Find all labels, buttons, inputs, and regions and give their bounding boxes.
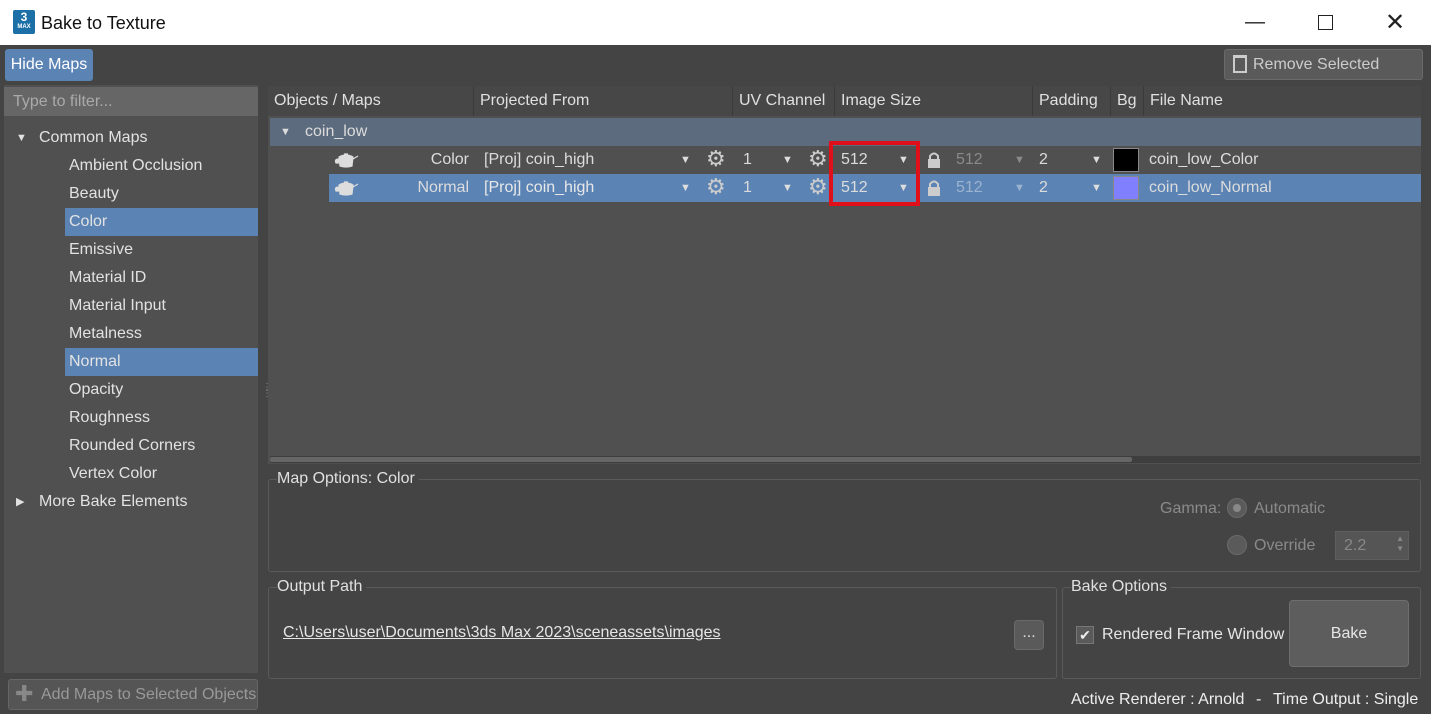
active-renderer-status: Active Renderer : Arnold	[1071, 691, 1245, 708]
column-header[interactable]: File Name	[1144, 86, 1421, 116]
add-maps-label: Add Maps to Selected Objects	[41, 686, 257, 703]
checkmark-icon: ✔	[1079, 627, 1091, 643]
tree-item-opacity[interactable]: Opacity	[4, 376, 258, 404]
automatic-label: Automatic	[1254, 500, 1326, 517]
table-header: Objects / Maps Projected From UV Channel…	[268, 86, 1421, 116]
minimize-button[interactable]: —	[1220, 0, 1290, 45]
override-label: Override	[1254, 537, 1316, 554]
automatic-radio[interactable]	[1227, 498, 1247, 518]
tree-group-label: More Bake Elements	[39, 493, 188, 510]
image-height-dropdown[interactable]: 512	[956, 174, 983, 202]
title-bar: 3 MAX Bake to Texture — ✕	[0, 0, 1431, 45]
column-header[interactable]: Objects / Maps	[268, 86, 474, 116]
3dsmax-app-icon: 3 MAX	[13, 10, 35, 34]
window-title: Bake to Texture	[41, 13, 166, 33]
tree-item-material-input[interactable]: Material Input	[4, 292, 258, 320]
tree-group-more-bake-elements[interactable]: ▶ More Bake Elements	[4, 488, 258, 516]
time-output-status: Time Output : Single	[1273, 691, 1419, 708]
bg-color-swatch[interactable]	[1113, 176, 1139, 200]
lock-icon[interactable]	[926, 151, 942, 169]
trash-icon	[1233, 55, 1247, 73]
dropdown-arrow-icon: ▼	[680, 154, 691, 166]
file-name[interactable]: coin_low_Normal	[1149, 174, 1272, 202]
uv-channel-dropdown[interactable]: 1	[743, 174, 752, 202]
hide-maps-button[interactable]: Hide Maps	[5, 49, 93, 81]
gamma-override-spinner[interactable]: 2.2 ▲ ▼	[1335, 531, 1409, 560]
close-icon: ✕	[1384, 9, 1406, 36]
bake-button[interactable]: Bake	[1289, 600, 1409, 667]
plus-icon: ✚	[15, 681, 34, 706]
browse-button[interactable]: ...	[1014, 620, 1044, 650]
dropdown-arrow-icon: ▼	[1091, 154, 1102, 166]
projected-from-dropdown[interactable]: [Proj] coin_high	[484, 146, 594, 174]
dropdown-arrow-icon: ▼	[782, 154, 793, 166]
add-maps-button[interactable]: ✚ Add Maps to Selected Objects	[8, 679, 258, 710]
map-options-group	[268, 479, 1421, 572]
tree-item-emissive[interactable]: Emissive	[4, 236, 258, 264]
uv-channel-dropdown[interactable]: 1	[743, 146, 752, 174]
tree-item-vertex-color[interactable]: Vertex Color	[4, 460, 258, 488]
image-size-highlight-box	[829, 141, 920, 206]
lock-icon[interactable]	[926, 179, 942, 197]
tree-item-roughness[interactable]: Roughness	[4, 404, 258, 432]
tree-item-normal[interactable]: Normal	[65, 348, 258, 376]
expand-arrow-icon: ▼	[280, 126, 291, 138]
gear-icon[interactable]: ⚙	[808, 173, 828, 201]
spinner-arrows-icon[interactable]: ▲ ▼	[1396, 534, 1404, 554]
padding-dropdown[interactable]: 2	[1039, 174, 1048, 202]
map-options-title: Map Options: Color	[277, 470, 419, 488]
tree-item-rounded-corners[interactable]: Rounded Corners	[4, 432, 258, 460]
tree-item-beauty[interactable]: Beauty	[4, 180, 258, 208]
column-header[interactable]: Projected From	[474, 86, 733, 116]
tree-item-color[interactable]: Color	[65, 208, 258, 236]
map-name: Color	[430, 151, 469, 168]
dropdown-arrow-icon: ▼	[680, 182, 691, 194]
maximize-button[interactable]	[1290, 0, 1360, 45]
tree-item-ambient-occlusion[interactable]: Ambient Occlusion	[4, 152, 258, 180]
tree-item-metalness[interactable]: Metalness	[4, 320, 258, 348]
expand-arrow-icon: ▼	[16, 132, 27, 144]
dropdown-arrow-icon: ▼	[1014, 154, 1025, 166]
image-height-dropdown[interactable]: 512	[956, 146, 983, 174]
horizontal-scrollbar[interactable]	[270, 456, 1420, 463]
column-header[interactable]: Padding	[1033, 86, 1111, 116]
close-button[interactable]: ✕	[1360, 0, 1430, 45]
collapse-arrow-icon: ▶	[16, 496, 25, 508]
object-name: coin_low	[305, 123, 368, 140]
column-header[interactable]: UV Channel	[733, 86, 835, 116]
output-path-link[interactable]: C:\Users\user\Documents\3ds Max 2023\sce…	[283, 624, 721, 642]
column-header[interactable]: Image Size	[835, 86, 1033, 116]
override-radio[interactable]	[1227, 535, 1247, 555]
remove-selected-maps-button[interactable]: Remove Selected Maps	[1224, 49, 1423, 102]
tree-group-common-maps[interactable]: ▼ Common Maps	[4, 124, 258, 152]
rendered-frame-label: Rendered Frame Window	[1102, 626, 1285, 643]
bg-color-swatch[interactable]	[1113, 148, 1139, 172]
dropdown-arrow-icon: ▼	[1014, 182, 1025, 194]
filter-input[interactable]: Type to filter...	[4, 87, 258, 116]
gamma-override-value: 2.2	[1344, 537, 1367, 554]
maximize-icon	[1317, 15, 1333, 30]
gear-icon[interactable]: ⚙	[808, 145, 828, 173]
gear-icon[interactable]: ⚙	[706, 173, 726, 201]
tree-item-material-id[interactable]: Material ID	[4, 264, 258, 292]
dropdown-arrow-icon: ▼	[1091, 182, 1102, 194]
gamma-label: Gamma:	[1160, 500, 1222, 517]
padding-dropdown[interactable]: 2	[1039, 146, 1048, 174]
map-name: Normal	[417, 179, 469, 196]
file-name[interactable]: coin_low_Color	[1149, 146, 1258, 174]
gear-icon[interactable]: ⚙	[706, 145, 726, 173]
rendered-frame-checkbox[interactable]: ✔	[1076, 626, 1094, 644]
minimize-icon: —	[1245, 11, 1265, 33]
scrollbar-thumb[interactable]	[270, 457, 1132, 462]
tree-group-label: Common Maps	[39, 129, 148, 146]
status-separator: -	[1256, 691, 1262, 708]
bake-options-title: Bake Options	[1071, 578, 1172, 596]
dropdown-arrow-icon: ▼	[782, 182, 793, 194]
output-path-title: Output Path	[277, 578, 367, 596]
projected-from-dropdown[interactable]: [Proj] coin_high	[484, 174, 594, 202]
column-header[interactable]: Bg	[1111, 86, 1144, 116]
